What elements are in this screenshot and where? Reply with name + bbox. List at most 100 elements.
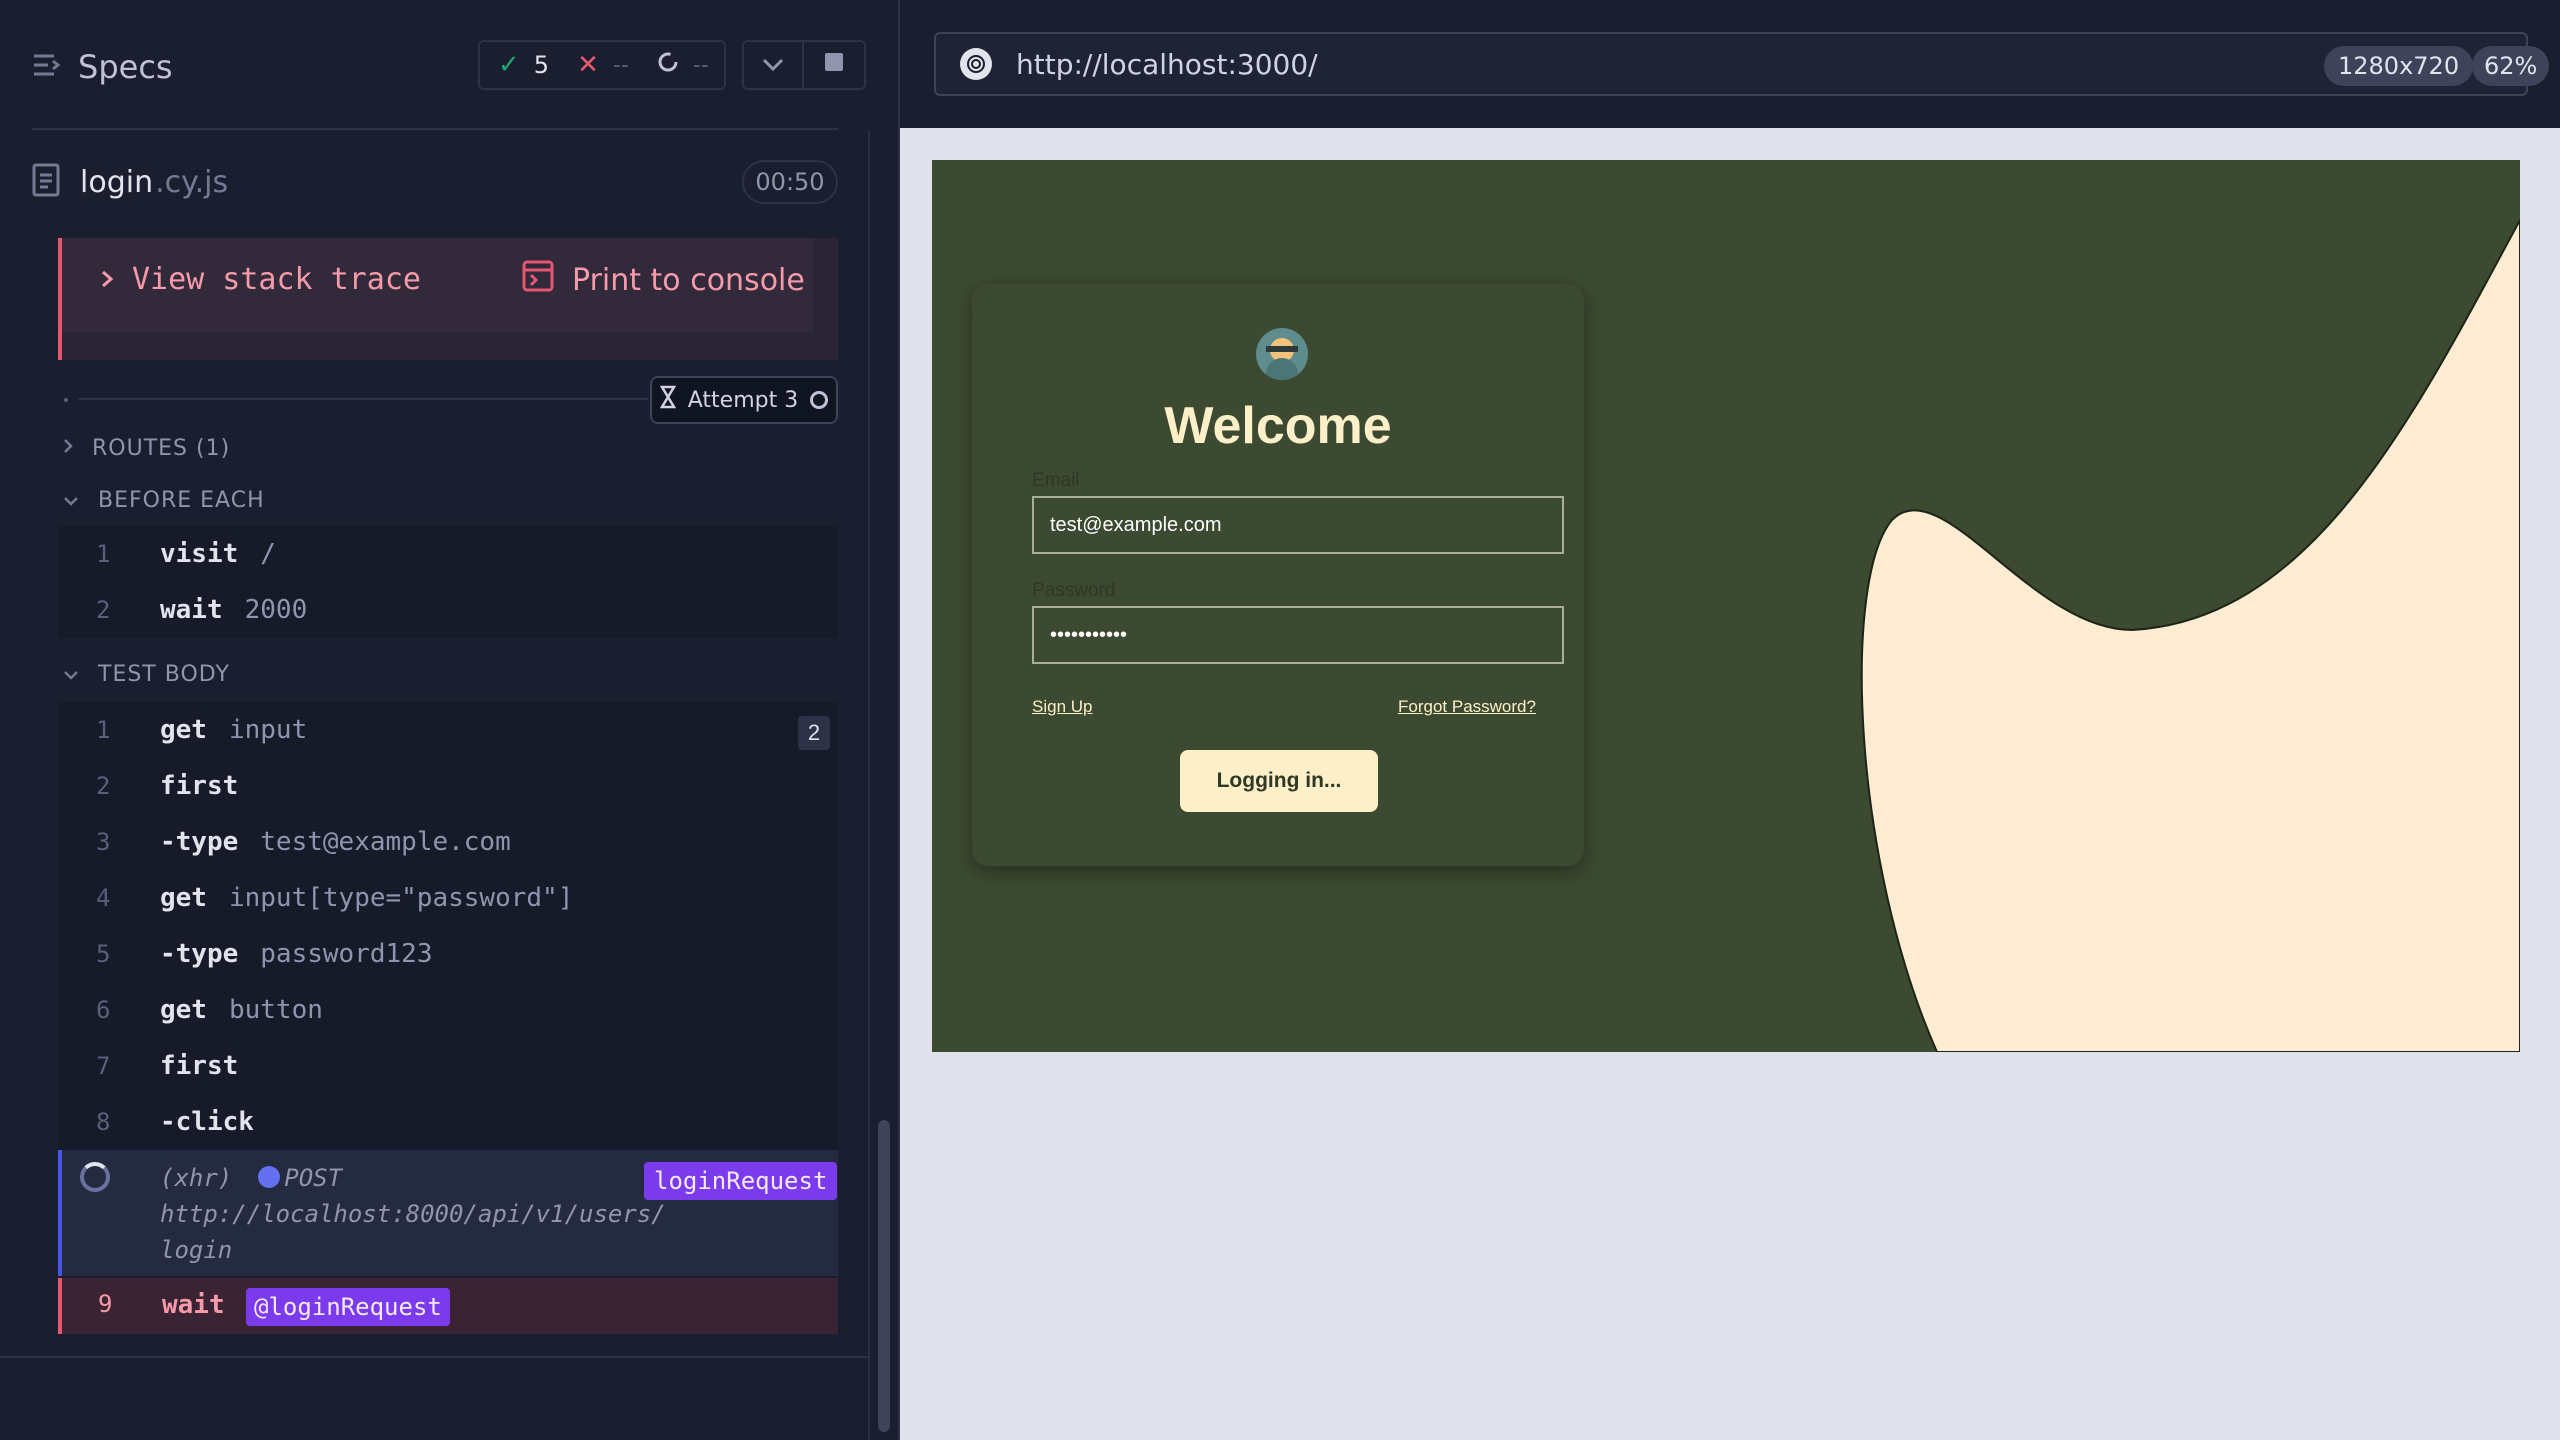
email-field[interactable]: test@example.com: [1032, 496, 1564, 554]
xhr-request-row[interactable]: (xhr) POST http://localhost:8000/api/v1/u…: [58, 1150, 838, 1276]
error-panel: View stack trace Print to console: [58, 238, 838, 360]
wait-alias-badge: @loginRequest: [246, 1288, 450, 1326]
command-row[interactable]: 6 get button: [58, 982, 838, 1038]
forgot-password-link[interactable]: Forgot Password?: [1398, 697, 1536, 717]
xhr-alias-badge: loginRequest: [644, 1162, 838, 1200]
command-number: 4: [96, 884, 111, 912]
command-arg: /: [260, 539, 276, 569]
command-name: -type: [160, 827, 239, 857]
xhr-method: POST: [284, 1164, 343, 1192]
command-row[interactable]: 2 first: [58, 758, 838, 814]
before-each-section-toggle[interactable]: BEFORE EACH: [62, 488, 265, 513]
attempt-tag[interactable]: Attempt 3: [650, 376, 838, 424]
passed-count: 5: [533, 51, 550, 79]
loading-spinner-icon: [80, 1162, 110, 1192]
auto-scroll-button[interactable]: [742, 40, 804, 90]
welcome-heading: Welcome: [1164, 397, 1392, 455]
command-name: get: [160, 995, 207, 1025]
attempt-label: Attempt 3: [687, 387, 799, 413]
command-number: 1: [96, 716, 111, 744]
specs-nav[interactable]: Specs: [32, 44, 173, 90]
password-label: Password: [1032, 580, 1116, 601]
command-arg: 2000: [244, 595, 308, 625]
command-number: 5: [96, 940, 111, 968]
sign-up-link[interactable]: Sign Up: [1032, 697, 1092, 717]
routes-section-toggle[interactable]: ROUTES (1): [62, 436, 230, 461]
avatar-logo-icon: [1256, 328, 1308, 380]
viewport-size-badge[interactable]: 1280x720: [2324, 46, 2474, 86]
terminal-icon: [522, 260, 554, 300]
command-row[interactable]: 7 first: [58, 1038, 838, 1094]
command-number: 7: [96, 1052, 111, 1080]
command-name: wait: [162, 1290, 225, 1320]
error-actions: View stack trace Print to console: [62, 238, 814, 332]
stop-icon: [824, 52, 844, 78]
app-under-test: Welcome Email test@example.com Password …: [932, 160, 2520, 1052]
zoom-badge[interactable]: 62%: [2472, 46, 2550, 86]
command-number: 6: [96, 996, 111, 1024]
test-body-label: TEST BODY: [98, 662, 230, 687]
print-to-console-button[interactable]: Print to console: [522, 260, 805, 300]
command-number: 2: [96, 772, 111, 800]
before-each-commands: 1 visit / 2 wait 2000: [58, 526, 838, 638]
attempt-dot: [64, 398, 68, 402]
chevron-down-icon: [62, 488, 80, 513]
url-text: http://localhost:3000/: [1016, 48, 1318, 81]
header-divider: [32, 128, 838, 130]
pending-icon: [657, 51, 679, 79]
email-label: Email: [1032, 470, 1080, 491]
failed-wait-row[interactable]: 9 wait @loginRequest: [58, 1278, 838, 1334]
spec-file-header: login .cy.js: [32, 160, 228, 204]
command-name: wait: [160, 595, 223, 625]
command-number: 1: [96, 540, 111, 568]
command-number: 8: [96, 1108, 111, 1136]
command-name: get: [160, 883, 207, 913]
command-row[interactable]: 4 get input[type="password"]: [58, 870, 838, 926]
failed-count: --: [612, 52, 629, 78]
print-to-console-label: Print to console: [572, 262, 805, 298]
command-row[interactable]: 1 visit /: [58, 526, 838, 582]
command-name: get: [160, 715, 207, 745]
password-field[interactable]: •••••••••••: [1032, 606, 1564, 664]
command-number: 9: [98, 1290, 113, 1318]
test-body-commands: 1 get input 2 2 first 3 -type test@example…: [58, 702, 838, 1150]
stop-button[interactable]: [804, 40, 866, 90]
specs-label: Specs: [78, 48, 173, 86]
command-log-panel: Specs ✓ 5 ✕ -- -- login .cy.js 00:50 Vie…: [0, 0, 900, 1440]
command-arg: password123: [260, 939, 433, 969]
command-number: 2: [96, 596, 111, 624]
xhr-details: (xhr) POST http://localhost:8000/api/v1/u…: [160, 1160, 680, 1268]
run-duration: 00:50: [742, 160, 838, 204]
run-status-summary: ✓ 5 ✕ -- --: [478, 40, 726, 90]
url-bar[interactable]: http://localhost:3000/ 1280x720 62%: [934, 32, 2550, 96]
command-row[interactable]: 5 -type password123: [58, 926, 838, 982]
command-name: first: [160, 771, 239, 801]
hourglass-icon: [659, 385, 676, 415]
login-card: Welcome Email test@example.com Password …: [972, 284, 1584, 866]
command-row[interactable]: 8 -click: [58, 1094, 838, 1150]
chevron-right-icon: [100, 262, 114, 297]
test-body-section-toggle[interactable]: TEST BODY: [62, 662, 230, 687]
view-stack-trace-label: View stack trace: [132, 262, 421, 297]
login-button[interactable]: Logging in...: [1180, 750, 1378, 812]
command-name: -type: [160, 939, 239, 969]
scrollbar-thumb[interactable]: [878, 1120, 890, 1432]
routes-label: ROUTES (1): [92, 436, 231, 461]
command-row[interactable]: 3 -type test@example.com: [58, 814, 838, 870]
command-name: first: [160, 1051, 239, 1081]
xhr-url: http://localhost:8000/api/v1/users/login: [160, 1200, 666, 1264]
command-row[interactable]: 2 wait 2000: [58, 582, 838, 638]
command-number: 3: [96, 828, 111, 856]
command-arg: test@example.com: [260, 827, 511, 857]
command-row[interactable]: 1 get input 2: [58, 702, 838, 758]
cross-icon: ✕: [577, 50, 599, 80]
selector-playground-icon[interactable]: [960, 48, 992, 80]
menu-collapse-icon[interactable]: [32, 48, 62, 86]
xhr-prefix: (xhr): [160, 1164, 233, 1192]
before-each-label: BEFORE EACH: [98, 488, 265, 513]
file-icon: [32, 163, 60, 201]
view-stack-trace-button[interactable]: View stack trace: [100, 262, 421, 297]
chevron-down-icon: [62, 662, 80, 687]
attempt-divider: [78, 398, 648, 400]
element-count-badge: 2: [798, 716, 830, 750]
